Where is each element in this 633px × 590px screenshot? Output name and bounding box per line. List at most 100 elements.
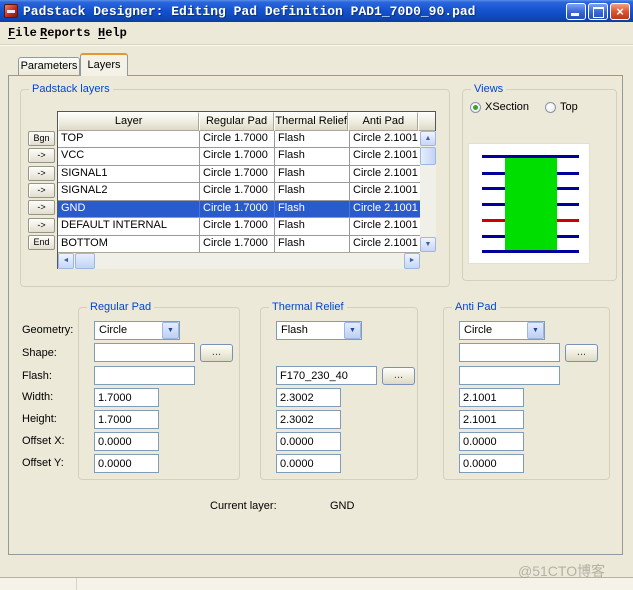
anti-width-input[interactable] — [459, 388, 524, 407]
cell-layer[interactable]: VCC — [58, 148, 200, 164]
row-marker-arrow[interactable]: -> — [28, 218, 55, 233]
horizontal-scrollbar[interactable]: ◄ ► — [58, 252, 420, 269]
regular-shape-input[interactable] — [94, 343, 195, 362]
anti-height-input[interactable] — [459, 410, 524, 429]
cell-layer[interactable]: BOTTOM — [58, 236, 200, 252]
cell-thermal-relief[interactable]: Flash — [275, 218, 350, 234]
column-header-regular-pad[interactable]: Regular Pad — [199, 112, 274, 131]
anti-offset-x-input[interactable] — [459, 432, 524, 451]
anti-offset-y-input[interactable] — [459, 454, 524, 473]
layer-line — [482, 250, 579, 253]
menu-bar: File Reports Help — [0, 22, 633, 45]
combo-dropdown-button[interactable]: ▼ — [344, 322, 361, 339]
table-row[interactable]: TOP Circle 1.7000 Flash Circle 2.1001 — [58, 131, 420, 148]
thermal-flash-browse-button[interactable]: ... — [382, 367, 415, 385]
cell-regular-pad[interactable]: Circle 1.7000 — [200, 131, 275, 147]
cell-layer[interactable]: TOP — [58, 131, 200, 147]
menu-file[interactable]: File — [8, 26, 37, 40]
menu-help[interactable]: Help — [98, 26, 127, 40]
regular-geometry-select[interactable]: Circle ▼ — [94, 321, 180, 340]
thermal-flash-input[interactable] — [276, 366, 377, 385]
horizontal-scrollbar-thumb[interactable] — [75, 253, 95, 269]
label-shape: Shape: — [22, 347, 57, 359]
cell-thermal-relief[interactable]: Flash — [275, 201, 350, 217]
table-header: Layer Regular Pad Thermal Relief Anti Pa… — [58, 112, 435, 131]
cell-layer[interactable]: DEFAULT INTERNAL — [58, 218, 200, 234]
table-row[interactable]: BOTTOM Circle 1.7000 Flash Circle 2.1001 — [58, 236, 420, 252]
maximize-button[interactable] — [588, 3, 608, 20]
regular-offset-y-input[interactable] — [94, 454, 159, 473]
row-marker-arrow[interactable]: -> — [28, 183, 55, 198]
cell-layer[interactable]: SIGNAL2 — [58, 183, 200, 199]
radio-top-label: Top — [560, 101, 578, 113]
regular-pad-group: Regular Pad Circle ▼ ... — [78, 307, 240, 480]
anti-pad-group: Anti Pad Circle ▼ ... — [443, 307, 610, 480]
vertical-scrollbar[interactable]: ▲ ▼ — [420, 131, 436, 252]
regular-shape-browse-button[interactable]: ... — [200, 344, 233, 362]
thermal-height-input[interactable] — [276, 410, 341, 429]
regular-width-input[interactable] — [94, 388, 159, 407]
tab-parameters[interactable]: Parameters — [18, 57, 80, 75]
scrollbar-corner — [420, 252, 436, 269]
thermal-offset-x-input[interactable] — [276, 432, 341, 451]
table-row[interactable]: SIGNAL1 Circle 1.7000 Flash Circle 2.100… — [58, 166, 420, 183]
regular-flash-input[interactable] — [94, 366, 195, 385]
close-button[interactable]: × — [610, 3, 630, 20]
cell-regular-pad[interactable]: Circle 1.7000 — [200, 183, 275, 199]
row-marker-arrow[interactable]: -> — [28, 148, 55, 163]
regular-offset-x-input[interactable] — [94, 432, 159, 451]
table-row[interactable]: SIGNAL2 Circle 1.7000 Flash Circle 2.100… — [58, 183, 420, 200]
cell-regular-pad[interactable]: Circle 1.7000 — [200, 236, 275, 252]
cell-thermal-relief[interactable]: Flash — [275, 166, 350, 182]
cell-anti-pad[interactable]: Circle 2.1001 — [350, 183, 420, 199]
combo-dropdown-button[interactable]: ▼ — [162, 322, 179, 339]
row-marker-end[interactable]: End — [28, 235, 55, 250]
cell-regular-pad[interactable]: Circle 1.7000 — [200, 148, 275, 164]
anti-shape-input[interactable] — [459, 343, 560, 362]
column-header-layer[interactable]: Layer — [58, 112, 199, 131]
row-marker-arrow[interactable]: -> — [28, 200, 55, 215]
thermal-offset-y-input[interactable] — [276, 454, 341, 473]
radio-top[interactable]: Top — [545, 101, 578, 113]
table-row[interactable]: VCC Circle 1.7000 Flash Circle 2.1001 — [58, 148, 420, 165]
cell-regular-pad[interactable]: Circle 1.7000 — [200, 218, 275, 234]
menu-reports[interactable]: Reports — [40, 26, 90, 40]
cell-regular-pad[interactable]: Circle 1.7000 — [200, 201, 275, 217]
radio-xsection[interactable]: XSection — [470, 101, 529, 113]
row-marker-arrow[interactable]: -> — [28, 166, 55, 181]
cell-thermal-relief[interactable]: Flash — [275, 131, 350, 147]
cell-regular-pad[interactable]: Circle 1.7000 — [200, 166, 275, 182]
cell-thermal-relief[interactable]: Flash — [275, 236, 350, 252]
cell-anti-pad[interactable]: Circle 2.1001 — [350, 236, 420, 252]
cell-anti-pad[interactable]: Circle 2.1001 — [350, 201, 420, 217]
padstack-designer-window: Padstack Designer: Editing Pad Definitio… — [0, 0, 633, 590]
scroll-right-icon[interactable]: ► — [404, 253, 420, 269]
regular-height-input[interactable] — [94, 410, 159, 429]
cell-layer[interactable]: SIGNAL1 — [58, 166, 200, 182]
vertical-scrollbar-thumb[interactable] — [420, 147, 436, 165]
minimize-button[interactable] — [566, 3, 586, 20]
tab-layers[interactable]: Layers — [80, 53, 128, 76]
combo-dropdown-button[interactable]: ▼ — [527, 322, 544, 339]
thermal-width-input[interactable] — [276, 388, 341, 407]
anti-shape-browse-button[interactable]: ... — [565, 344, 598, 362]
scroll-down-icon[interactable]: ▼ — [420, 237, 436, 252]
cell-anti-pad[interactable]: Circle 2.1001 — [350, 131, 420, 147]
cell-anti-pad[interactable]: Circle 2.1001 — [350, 218, 420, 234]
scroll-up-icon[interactable]: ▲ — [420, 131, 436, 146]
column-header-thermal-relief[interactable]: Thermal Relief — [274, 112, 349, 131]
cell-layer[interactable]: GND — [58, 201, 200, 217]
anti-geometry-select[interactable]: Circle ▼ — [459, 321, 545, 340]
thermal-geometry-select[interactable]: Flash ▼ — [276, 321, 362, 340]
row-marker-bgn[interactable]: Bgn — [28, 131, 55, 146]
column-header-anti-pad[interactable]: Anti Pad — [348, 112, 418, 131]
anti-flash-input[interactable] — [459, 366, 560, 385]
table-row-selected[interactable]: GND Circle 1.7000 Flash Circle 2.1001 — [58, 201, 420, 218]
scroll-left-icon[interactable]: ◄ — [58, 253, 74, 269]
xsection-preview — [468, 143, 590, 264]
table-row[interactable]: DEFAULT INTERNAL Circle 1.7000 Flash Cir… — [58, 218, 420, 235]
cell-anti-pad[interactable]: Circle 2.1001 — [350, 148, 420, 164]
cell-thermal-relief[interactable]: Flash — [275, 183, 350, 199]
cell-thermal-relief[interactable]: Flash — [275, 148, 350, 164]
cell-anti-pad[interactable]: Circle 2.1001 — [350, 166, 420, 182]
